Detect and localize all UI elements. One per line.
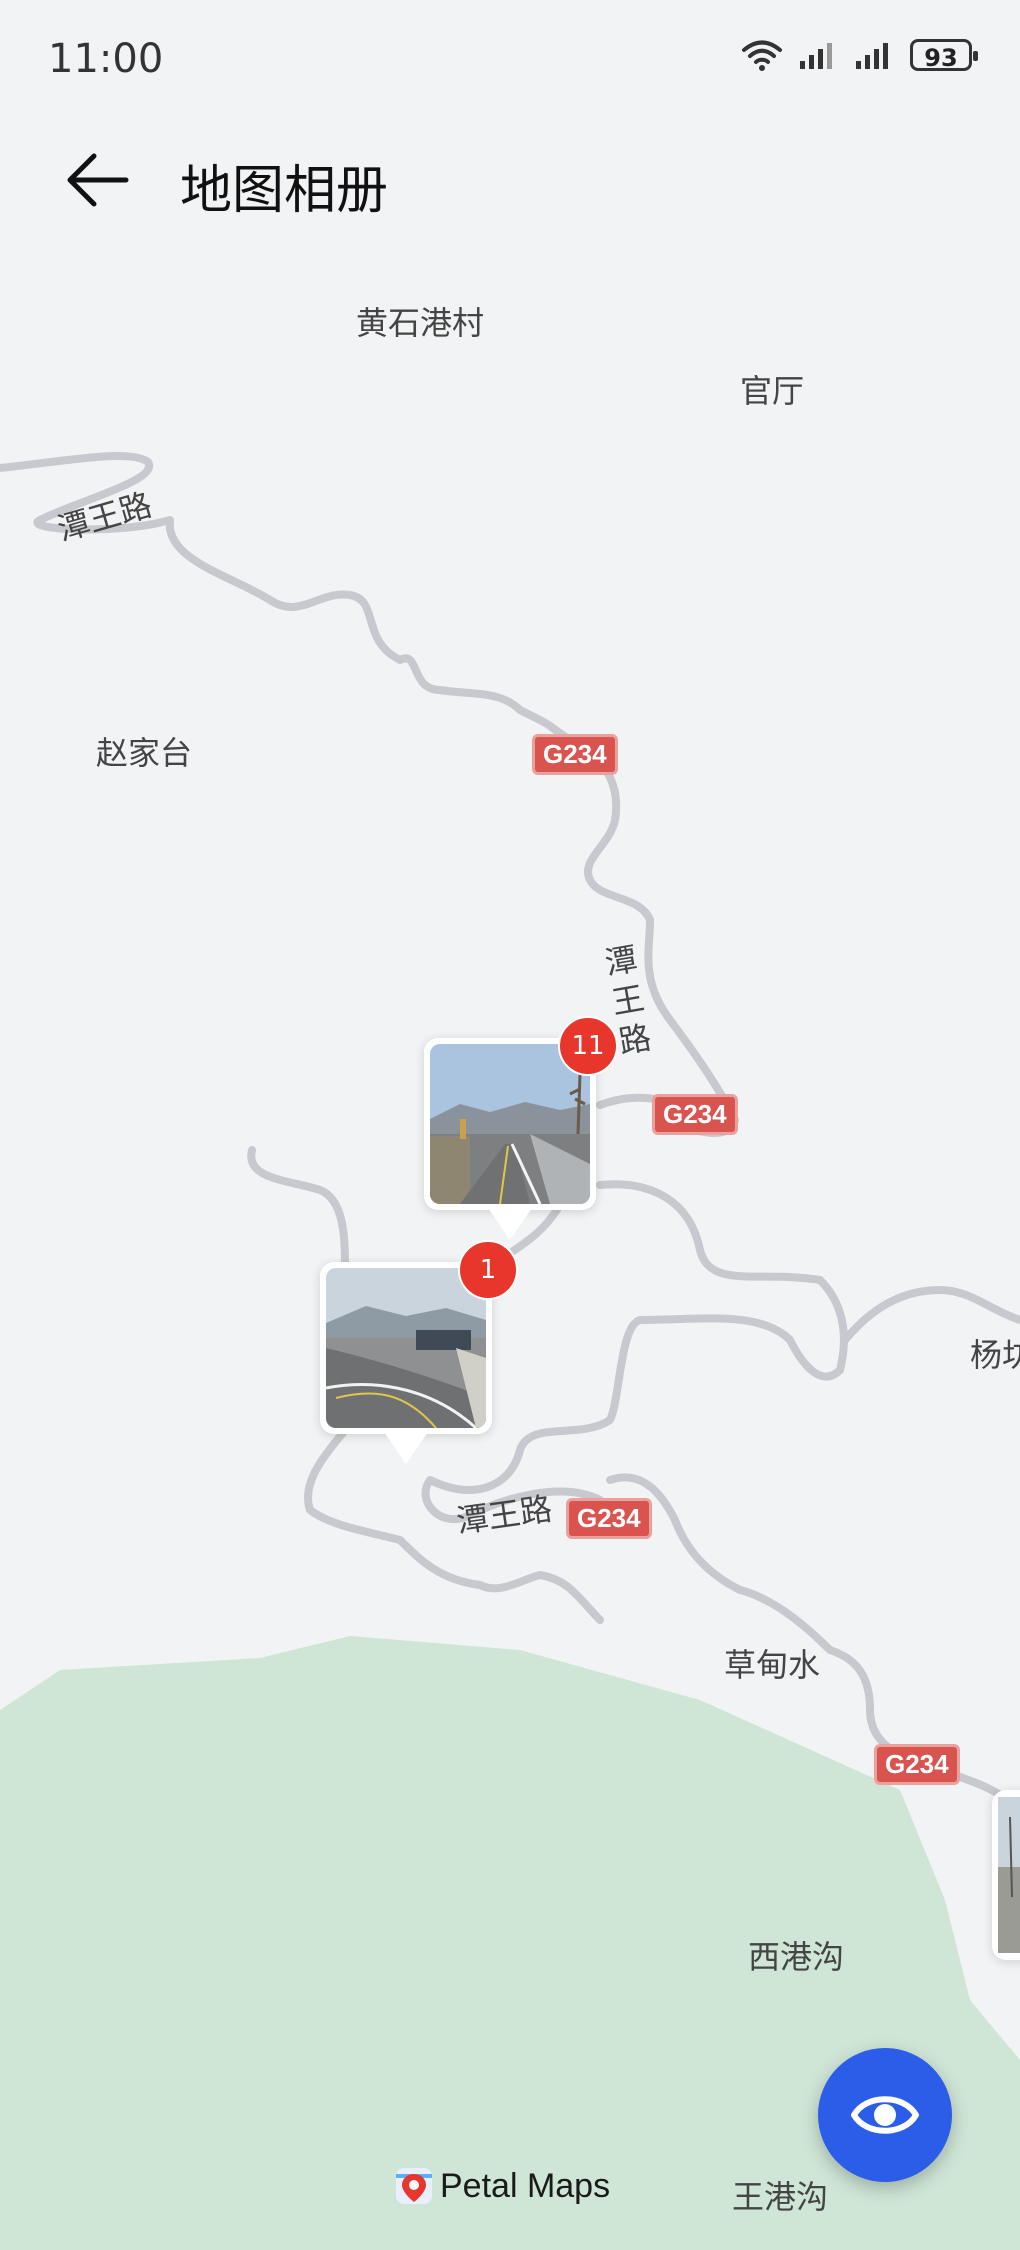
battery-indicator: 93: [910, 39, 978, 72]
back-arrow-icon: [67, 153, 129, 207]
photo-thumbnail: [326, 1268, 486, 1428]
place-label: 官厅: [740, 372, 805, 410]
back-button[interactable]: [64, 148, 136, 212]
pin-pointer: [488, 1208, 532, 1240]
place-label: 王港沟: [732, 2178, 829, 2216]
place-label: 草甸水: [724, 1646, 821, 1684]
route-shield: G234: [532, 734, 618, 775]
status-time: 11:00: [48, 36, 164, 82]
photo-count-badge: 1: [458, 1240, 518, 1300]
photo-pin[interactable]: 11: [424, 1016, 618, 1240]
route-shield: G234: [652, 1094, 738, 1135]
signal-icon-2: [856, 43, 888, 69]
view-mode-button[interactable]: [818, 2048, 952, 2182]
app-header: 地图相册: [0, 120, 1020, 240]
place-label: 杨坊: [970, 1336, 1020, 1374]
map-attribution: Petal Maps: [394, 2166, 610, 2206]
photo-pin-partial[interactable]: [992, 1790, 1020, 1960]
route-shield: G234: [566, 1498, 652, 1539]
pin-pointer: [384, 1432, 428, 1464]
photo-thumbnail: [998, 1797, 1020, 1953]
place-label: 西港沟: [748, 1938, 845, 1976]
status-bar: 11:00 93: [0, 0, 1020, 120]
route-shield: G234: [874, 1744, 960, 1785]
wifi-icon: [742, 40, 782, 71]
petal-maps-logo-icon: [396, 2168, 432, 2204]
photo-count-badge: 11: [558, 1016, 618, 1076]
eye-icon: [851, 2096, 919, 2134]
attribution-text: Petal Maps: [440, 2166, 611, 2205]
page-title: 地图相册: [180, 161, 389, 221]
photo-pin[interactable]: 1: [320, 1240, 518, 1464]
system-icons: 93: [740, 38, 978, 72]
place-label: 赵家台: [96, 734, 193, 772]
place-label: 黄石港村: [356, 304, 485, 342]
signal-icon: [800, 43, 832, 69]
photo-thumbnail: [430, 1044, 590, 1204]
